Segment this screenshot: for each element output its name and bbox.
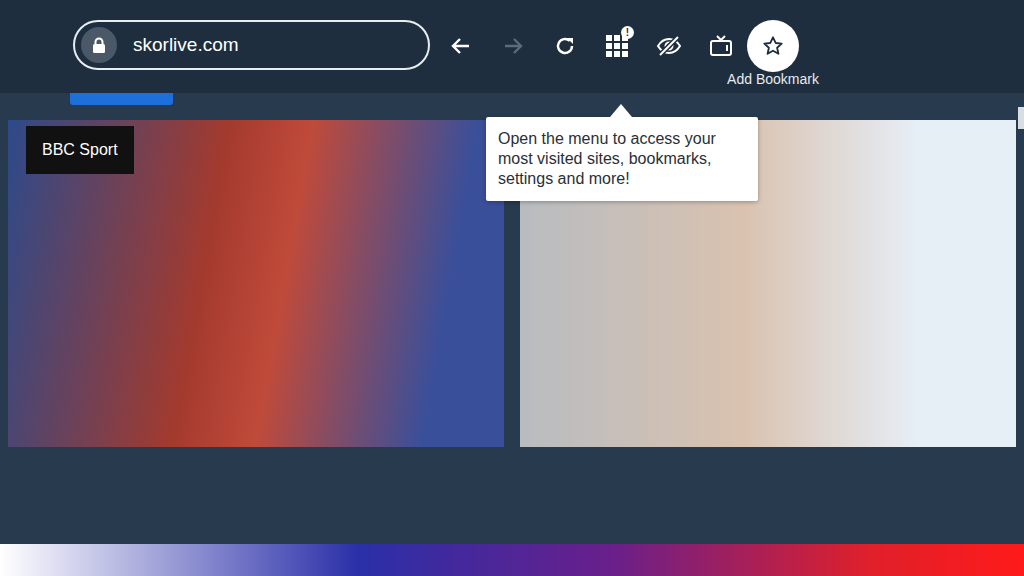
back-button[interactable] <box>435 20 487 72</box>
tv-icon <box>709 34 733 58</box>
button-label: Add Bookmark <box>727 71 819 87</box>
menu-button[interactable]: ! <box>591 20 643 72</box>
notification-badge: ! <box>621 26 634 39</box>
star-icon <box>762 35 784 57</box>
eye-slash-icon <box>656 34 682 58</box>
bottom-bar <box>0 544 1024 576</box>
forward-arrow-icon <box>502 35 524 57</box>
tv-button[interactable] <box>695 20 747 72</box>
scrollbar[interactable] <box>1018 107 1024 129</box>
menu-tooltip: Open the menu to access your most visite… <box>486 117 758 201</box>
source-badge: BBC Sport <box>26 126 134 174</box>
article-card[interactable]: BBC Sport <box>8 120 504 447</box>
private-button[interactable] <box>643 20 695 72</box>
toolbar: skorlive.com ! Add Bookmark <box>0 0 1024 93</box>
lock-icon <box>81 27 117 63</box>
back-arrow-icon <box>450 35 472 57</box>
site-tab <box>70 93 173 105</box>
url-text: skorlive.com <box>133 34 239 56</box>
forward-button[interactable] <box>487 20 539 72</box>
browser-screen: skorlive.com ! Add Bookmark Open the men… <box>0 0 1024 576</box>
bookmark-button[interactable] <box>747 20 799 72</box>
reload-icon <box>554 35 576 57</box>
reload-button[interactable] <box>539 20 591 72</box>
address-bar[interactable]: skorlive.com <box>73 20 430 70</box>
